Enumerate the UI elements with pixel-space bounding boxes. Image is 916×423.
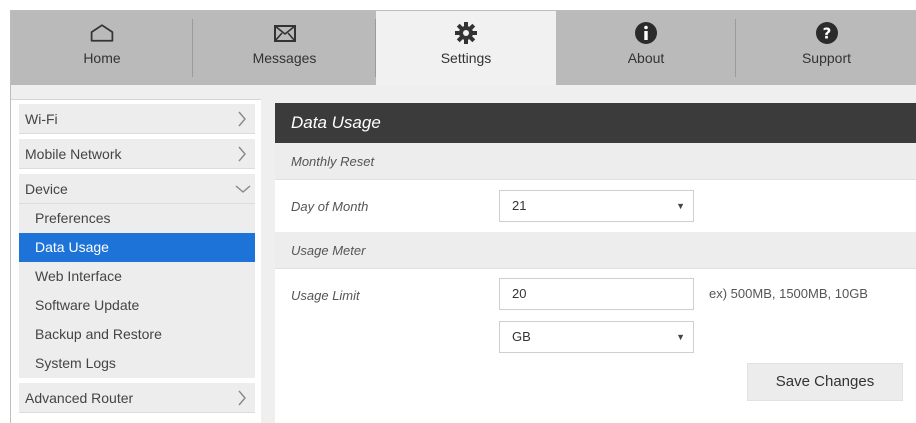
svg-text:?: ? [822, 25, 831, 43]
tab-support[interactable]: ? Support [736, 11, 916, 85]
usage-limit-value: 20 [512, 286, 527, 301]
chevron-right-icon [237, 383, 249, 413]
question-icon: ? [814, 20, 840, 46]
sidebar-item-system-logs[interactable]: System Logs [19, 349, 255, 378]
tab-about-label: About [627, 50, 665, 66]
sidebar-item-data-usage[interactable]: Data Usage [19, 233, 255, 262]
home-icon [89, 20, 115, 46]
usage-limit-input[interactable]: 20 [499, 278, 694, 310]
envelope-icon [272, 20, 298, 46]
sidebar-item-label: Device [25, 181, 68, 197]
tab-home-label: Home [83, 50, 121, 66]
router-admin-window: Home Messages Settings About ? Support W… [10, 10, 916, 423]
usage-limit-label: Usage Limit [291, 288, 360, 303]
sidebar-item-wifi[interactable]: Wi-Fi [19, 104, 255, 134]
sidebar-item-label: Advanced Router [25, 390, 134, 406]
section-usage-meter: Usage Meter [275, 232, 916, 269]
save-changes-button[interactable]: Save Changes [747, 363, 903, 401]
tab-settings[interactable]: Settings [376, 11, 556, 85]
sidebar-item-web-interface[interactable]: Web Interface [19, 262, 255, 291]
day-of-month-label: Day of Month [291, 199, 369, 214]
usage-unit-select[interactable]: GB ▼ [499, 321, 694, 353]
sidebar-item-mobile-network[interactable]: Mobile Network [19, 139, 255, 169]
day-of-month-value: 21 [512, 198, 527, 213]
sidebar-item-preferences[interactable]: Preferences [19, 204, 255, 233]
chevron-right-icon [237, 104, 249, 134]
settings-sidebar: Wi-Fi Mobile Network Device Preferences … [11, 99, 261, 423]
usage-unit-value: GB [512, 329, 531, 344]
sidebar-item-label: Wi-Fi [25, 111, 58, 127]
page-title: Data Usage [275, 103, 916, 143]
device-submenu: Preferences Data Usage Web Interface Sof… [19, 204, 255, 378]
tab-support-label: Support [801, 50, 852, 66]
usage-limit-hint: ex) 500MB, 1500MB, 10GB [709, 286, 868, 301]
day-of-month-select[interactable]: 21 ▼ [499, 190, 694, 222]
tab-messages[interactable]: Messages [193, 11, 376, 85]
sidebar-item-device[interactable]: Device [19, 174, 255, 204]
chevron-right-icon [237, 139, 249, 169]
sidebar-item-software-update[interactable]: Software Update [19, 291, 255, 320]
dropdown-caret-icon: ▼ [676, 201, 685, 211]
info-icon [633, 20, 659, 46]
sidebar-item-advanced-router[interactable]: Advanced Router [19, 383, 255, 413]
tab-settings-label: Settings [440, 50, 492, 66]
data-usage-panel: Data Usage Monthly Reset Day of Month 21… [275, 103, 916, 423]
sidebar-item-backup-restore[interactable]: Backup and Restore [19, 320, 255, 349]
tab-messages-label: Messages [252, 50, 317, 66]
day-of-month-row: Day of Month 21 ▼ [275, 180, 916, 232]
gear-icon [453, 20, 479, 46]
chevron-down-icon [235, 174, 251, 204]
tab-home[interactable]: Home [11, 11, 193, 85]
usage-limit-row: Usage Limit 20 ex) 500MB, 1500MB, 10GB G… [275, 269, 916, 409]
section-monthly-reset: Monthly Reset [275, 143, 916, 180]
top-navigation: Home Messages Settings About ? Support [11, 11, 916, 85]
sidebar-item-label: Mobile Network [25, 146, 122, 162]
tab-about[interactable]: About [556, 11, 736, 85]
dropdown-caret-icon: ▼ [676, 332, 685, 342]
